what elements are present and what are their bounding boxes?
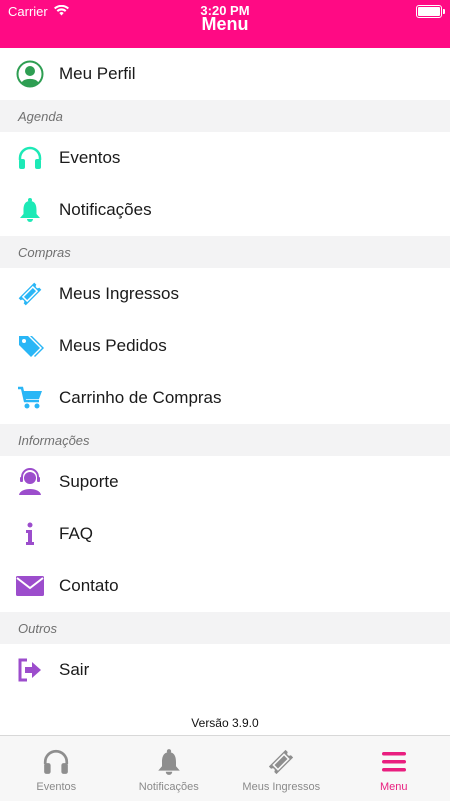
section-header-informacoes: Informações: [0, 424, 450, 456]
section-header-outros: Outros: [0, 612, 450, 644]
tab-eventos[interactable]: Eventos: [0, 736, 113, 801]
tab-label: Eventos: [36, 781, 76, 793]
bottom-tab-bar: Eventos Notificações Meus Ingressos Menu: [0, 735, 450, 801]
menu-item-carrinho[interactable]: Carrinho de Compras: [0, 372, 450, 424]
menu-item-label: Notificações: [59, 200, 152, 220]
tab-label: Meus Ingressos: [242, 781, 320, 793]
page-title: Menu: [0, 14, 450, 35]
menu-item-suporte[interactable]: Suporte: [0, 456, 450, 508]
header-bar: Carrier 3:20 PM Menu: [0, 0, 450, 48]
menu-item-label: Suporte: [59, 472, 119, 492]
ticket-icon: [265, 746, 297, 778]
menu-item-label: Meus Pedidos: [59, 336, 167, 356]
envelope-icon: [14, 570, 46, 602]
headphones-icon: [14, 142, 46, 174]
tab-notificacoes[interactable]: Notificações: [113, 736, 226, 801]
support-agent-icon: [14, 466, 46, 498]
menu-item-faq[interactable]: FAQ: [0, 508, 450, 560]
section-header-compras: Compras: [0, 236, 450, 268]
tags-icon: [14, 330, 46, 362]
menu-item-label: Contato: [59, 576, 119, 596]
tab-meus-ingressos[interactable]: Meus Ingressos: [225, 736, 338, 801]
menu-item-label: Meus Ingressos: [59, 284, 179, 304]
tab-label: Notificações: [139, 781, 199, 793]
menu-item-label: Carrinho de Compras: [59, 388, 222, 408]
menu-item-meus-pedidos[interactable]: Meus Pedidos: [0, 320, 450, 372]
bell-icon: [14, 194, 46, 226]
menu-item-notificacoes[interactable]: Notificações: [0, 184, 450, 236]
menu-item-sair[interactable]: Sair: [0, 644, 450, 696]
menu-item-contato[interactable]: Contato: [0, 560, 450, 612]
tab-menu[interactable]: Menu: [338, 736, 450, 801]
sign-out-icon: [14, 654, 46, 686]
headphones-icon: [40, 746, 72, 778]
hamburger-menu-icon: [378, 746, 410, 778]
menu-item-label: Eventos: [59, 148, 120, 168]
bell-icon: [153, 746, 185, 778]
tab-label: Menu: [380, 781, 408, 793]
user-circle-icon: [14, 58, 46, 90]
section-header-agenda: Agenda: [0, 100, 450, 132]
menu-item-label: Meu Perfil: [59, 64, 136, 84]
menu-item-eventos[interactable]: Eventos: [0, 132, 450, 184]
menu-item-meu-perfil[interactable]: Meu Perfil: [0, 48, 450, 100]
cart-icon: [14, 382, 46, 414]
ticket-icon: [14, 278, 46, 310]
menu-list: Meu Perfil Agenda Eventos Notificações C…: [0, 48, 450, 696]
app-version: Versão 3.9.0: [0, 716, 450, 730]
info-icon: [14, 518, 46, 550]
menu-item-label: Sair: [59, 660, 89, 680]
menu-item-label: FAQ: [59, 524, 93, 544]
menu-item-meus-ingressos[interactable]: Meus Ingressos: [0, 268, 450, 320]
